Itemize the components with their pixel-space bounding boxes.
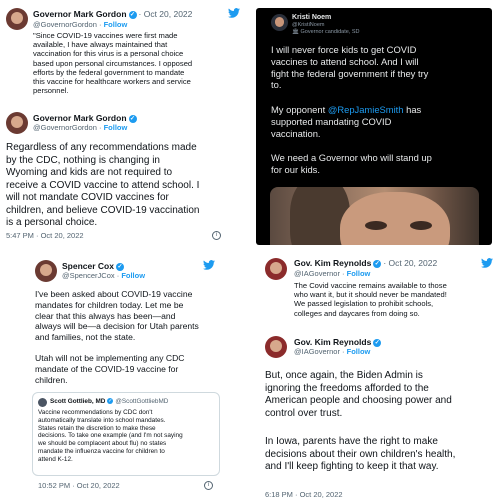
mention-link[interactable]: @RepJamieSmith — [328, 104, 404, 115]
author-name[interactable]: Spencer Cox ✓ — [62, 261, 126, 271]
tweet-text: We need a Governor who will stand up for… — [271, 152, 432, 175]
author-handle: @GovernorGordon · Follow — [33, 20, 128, 29]
noem-tweet-panel: Kristi Noem @KristiNoem 🏛 Governor candi… — [256, 8, 492, 245]
quoted-tweet[interactable]: Scott Gottlieb, MD ✓ @ScottGottliebMD Vacc… — [32, 392, 220, 476]
tweet-timestamp[interactable]: 10:52 PM · Oct 20, 2022 — [38, 481, 120, 490]
avatar[interactable] — [271, 14, 288, 31]
gordon-tweet-panel: Governor Mark Gordon ✓ · Oct 20, 2022 @Gov… — [0, 0, 247, 245]
author-handle: @IAGovernor · Follow — [294, 347, 371, 356]
author-handle: @GovernorGordon · Follow — [33, 123, 128, 132]
author-handle: @IAGovernor · Follow — [294, 269, 371, 278]
author-name[interactable]: Governor Mark Gordon ✓ · Oct 20, 2022 — [33, 9, 192, 19]
verified-badge-icon: ✓ — [373, 259, 382, 268]
follow-button[interactable]: Follow — [104, 123, 128, 132]
avatar[interactable] — [265, 336, 287, 358]
avatar[interactable] — [6, 112, 28, 134]
quoted-author: Scott Gottlieb, MD ✓ @ScottGottliebMD — [50, 398, 169, 405]
twitter-bird-icon — [481, 258, 493, 268]
verified-badge-icon: ✓ — [373, 338, 382, 347]
avatar[interactable] — [265, 258, 287, 280]
tweet-timestamp[interactable]: 6:18 PM · Oct 20, 2022 — [265, 490, 343, 499]
twitter-bird-icon — [203, 260, 215, 270]
tweet-text: My opponent @RepJamieSmith has supported… — [271, 104, 422, 139]
tweet-text: I've been asked about COVID-19 vaccine m… — [35, 289, 199, 343]
government-icon: 🏛 — [292, 29, 299, 35]
author-handle: @KristiNoem — [292, 22, 325, 28]
tweet-text: The Covid vaccine remains available to t… — [294, 281, 447, 318]
tweet-text: But, once again, the Biden Admin is igno… — [265, 370, 452, 419]
verified-badge-icon: ✓ — [128, 114, 137, 123]
author-name[interactable]: Gov. Kim Reynolds ✓ · Oct 20, 2022 — [294, 258, 437, 268]
account-label: 🏛 Governor candidate, SD — [292, 29, 360, 35]
avatar[interactable] — [6, 8, 28, 30]
verified-badge-icon: ✓ — [128, 10, 137, 19]
info-icon[interactable]: i — [204, 481, 213, 490]
quoted-text: Vaccine recommendations by CDC don't aut… — [38, 409, 183, 463]
tweet-text: Utah will not be implementing any CDC ma… — [35, 353, 185, 385]
follow-button[interactable]: Follow — [104, 20, 128, 29]
tweet-text: I will never force kids to get COVID vac… — [271, 44, 429, 91]
author-name[interactable]: Governor Mark Gordon ✓ — [33, 113, 139, 123]
author-name[interactable]: Gov. Kim Reynolds ✓ — [294, 337, 383, 347]
reynolds-tweet-panel: Gov. Kim Reynolds ✓ · Oct 20, 2022 @IAGove… — [253, 250, 500, 500]
twitter-bird-icon — [228, 8, 240, 18]
verified-badge-icon: ✓ — [107, 398, 114, 405]
info-icon[interactable]: i — [212, 231, 221, 240]
author-name[interactable]: Kristi Noem — [292, 14, 331, 21]
tweet-text: In Iowa, parents have the right to make … — [265, 436, 456, 472]
verified-badge-icon: ✓ — [115, 262, 124, 271]
tweet-text: Regardless of any recommendations made b… — [6, 142, 200, 228]
tweet-text: "Since COVID-19 vaccines were first made… — [33, 31, 193, 96]
attached-photo[interactable] — [270, 187, 479, 245]
follow-button[interactable]: Follow — [347, 269, 371, 278]
tweet-timestamp[interactable]: 5:47 PM · Oct 20, 2022 — [6, 231, 84, 240]
follow-button[interactable]: Follow — [121, 271, 145, 280]
avatar — [38, 398, 47, 407]
author-handle: @SpencerJCox · Follow — [62, 271, 146, 280]
avatar[interactable] — [35, 260, 57, 282]
follow-button[interactable]: Follow — [347, 347, 371, 356]
